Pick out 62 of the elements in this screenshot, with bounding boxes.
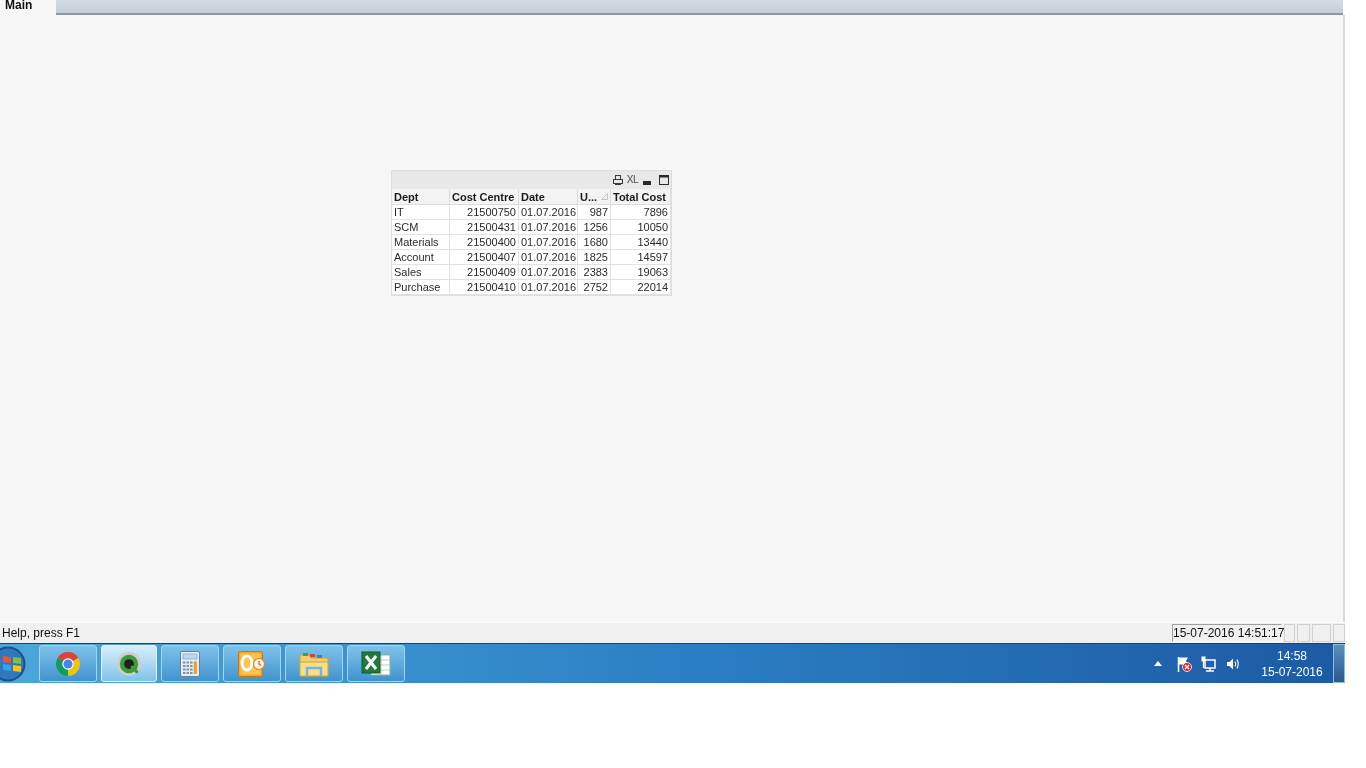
table-cell: 21500409 xyxy=(450,265,519,280)
table-cell: 01.07.2016 xyxy=(519,265,578,280)
table-cell: 19063 xyxy=(611,265,671,280)
table-cell: 1680 xyxy=(578,235,611,250)
column-header[interactable]: Cost Centre xyxy=(450,189,519,205)
column-header[interactable]: Date xyxy=(519,189,578,205)
table-cell: 13440 xyxy=(611,235,671,250)
show-desktop-button[interactable] xyxy=(1333,644,1345,683)
clock-date: 15-07-2016 xyxy=(1261,663,1323,680)
windows-orb-icon xyxy=(0,645,26,682)
table-cell: 987 xyxy=(578,205,611,220)
table-cell: 21500410 xyxy=(450,280,519,295)
table-cell: 1825 xyxy=(578,250,611,265)
status-bar-pane xyxy=(1312,624,1331,642)
minimize-icon[interactable] xyxy=(643,180,651,185)
status-timestamp: 15-07-2016 14:51:17 xyxy=(1172,624,1282,642)
status-bar-pane xyxy=(1333,624,1345,642)
status-bar-pane xyxy=(1297,624,1310,642)
speaker-icon[interactable] xyxy=(1226,656,1240,671)
excel-logo-icon xyxy=(361,650,391,677)
table-cell: Purchase xyxy=(392,280,450,295)
column-header[interactable]: Total Cost xyxy=(611,189,671,205)
table-cell: 01.07.2016 xyxy=(519,220,578,235)
table-cell: 1256 xyxy=(578,220,611,235)
taskbar-button[interactable] xyxy=(347,645,405,682)
flag-alert-icon[interactable] xyxy=(1177,655,1192,672)
table-cell: 14597 xyxy=(611,250,671,265)
status-bar-pane xyxy=(1284,624,1295,642)
column-header[interactable]: Dept xyxy=(392,189,450,205)
table-cell: 01.07.2016 xyxy=(519,250,578,265)
printer-icon[interactable] xyxy=(612,175,623,185)
table-cell: 2383 xyxy=(578,265,611,280)
table-cell: Account xyxy=(392,250,450,265)
table-cell: 22014 xyxy=(611,280,671,295)
clock-time: 14:58 xyxy=(1277,647,1307,664)
folder-icon xyxy=(299,650,329,677)
table-cell: 01.07.2016 xyxy=(519,280,578,295)
calculator-icon xyxy=(180,650,200,677)
table-cell: 21500407 xyxy=(450,250,519,265)
column-header[interactable]: U... xyxy=(578,189,611,205)
table-cell: 21500750 xyxy=(450,205,519,220)
chrome-logo-icon xyxy=(55,650,81,677)
maximize-icon[interactable] xyxy=(659,175,669,185)
help-text: Help, press F1 xyxy=(1,625,81,642)
table-cell: 21500431 xyxy=(450,220,519,235)
table-cell: Materials xyxy=(392,235,450,250)
sheet-tab[interactable]: Main xyxy=(0,0,56,15)
table-cell: 10050 xyxy=(611,220,671,235)
table-cell: Sales xyxy=(392,265,450,280)
table-cell: IT xyxy=(392,205,450,220)
excel-export-button[interactable]: XL xyxy=(626,175,638,185)
outlook-logo-icon xyxy=(238,650,266,677)
taskbar-clock[interactable]: 14:58 15-07-2016 xyxy=(1252,647,1332,680)
table-cell: 7896 xyxy=(611,205,671,220)
table-cell: 21500400 xyxy=(450,235,519,250)
qlikview-logo-icon xyxy=(116,650,142,677)
table-cell: 01.07.2016 xyxy=(519,205,578,220)
arrow-up-icon[interactable] xyxy=(1154,661,1162,666)
network-icon[interactable] xyxy=(1201,655,1216,672)
table-cell: SCM xyxy=(392,220,450,235)
table-cell: 01.07.2016 xyxy=(519,235,578,250)
table-cell: 2752 xyxy=(578,280,611,295)
